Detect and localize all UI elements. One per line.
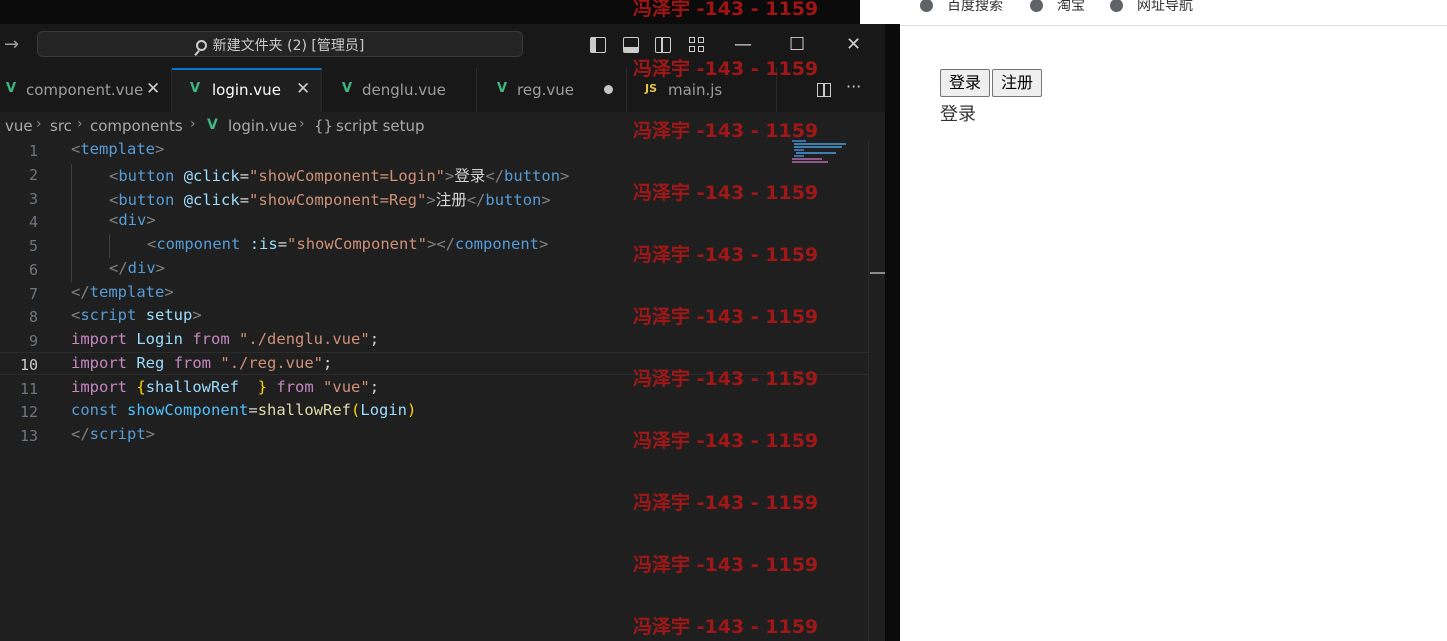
bookmarks-bar: 百度搜索 淘宝 网址导航 [900, 0, 1447, 26]
code-line-3[interactable]: <button @click="showComponent=Reg">注册</b… [109, 188, 551, 210]
split-editor-icon[interactable] [817, 83, 831, 97]
close-window-button[interactable]: ✕ [846, 34, 861, 55]
braces-icon: {} [314, 117, 334, 135]
breadcrumb-item[interactable]: src [50, 117, 72, 135]
code-line-9[interactable]: import Login from "./denglu.vue"; [71, 330, 379, 348]
toggle-primary-sidebar-icon[interactable] [590, 37, 606, 53]
watermark-text: 冯泽宇 -143 - 1159 [633, 0, 819, 20]
tab-label: login.vue [212, 81, 281, 99]
line-number: 2 [28, 166, 38, 184]
breadcrumb-separator: › [36, 116, 42, 132]
window-edge [885, 24, 900, 641]
vue-icon: V [497, 81, 508, 96]
tab-label: reg.vue [517, 81, 574, 99]
line-number: 1 [28, 142, 38, 160]
watermark-text: 冯泽宇 -143 - 1159 [633, 306, 819, 328]
line-number: 3 [28, 190, 38, 208]
close-tab-icon[interactable]: ✕ [146, 79, 160, 99]
code-line-12[interactable]: const showComponent=shallowRef(Login) [71, 401, 416, 419]
bookmark-url-nav[interactable]: 网址导航 [1110, 0, 1193, 15]
more-actions-icon[interactable]: ··· [846, 77, 861, 96]
browser-window: 百度搜索 淘宝 网址导航 登录 注册 登录 [900, 0, 1447, 641]
line-number: 8 [28, 308, 38, 326]
line-number: 7 [28, 285, 38, 303]
globe-icon [920, 0, 933, 12]
line-number: 13 [19, 427, 38, 445]
search-icon [195, 40, 207, 51]
breadcrumb-separator: › [190, 116, 196, 132]
rendered-component-text: 登录 [940, 104, 976, 125]
close-tab-icon[interactable]: ✕ [296, 79, 310, 99]
tab-reg-vue[interactable]: V reg.vue [477, 68, 627, 112]
toggle-panel-icon[interactable] [623, 37, 639, 53]
breadcrumb-item[interactable]: components [90, 117, 183, 135]
watermark-text: 冯泽宇 -143 - 1159 [633, 244, 819, 266]
vue-icon: V [207, 117, 218, 133]
watermark-text: 冯泽宇 -143 - 1159 [633, 492, 819, 514]
vue-icon: V [190, 81, 201, 96]
code-line-4[interactable]: <div> [109, 211, 156, 229]
line-number: 12 [19, 403, 38, 421]
window-title: 新建文件夹 (2) [管理员] [212, 38, 365, 54]
globe-icon [1110, 0, 1123, 12]
code-line-6[interactable]: </div> [109, 259, 165, 277]
tab-label: denglu.vue [362, 81, 446, 99]
breadcrumb-item[interactable]: login.vue [228, 117, 297, 135]
code-line-10[interactable]: import Reg from "./reg.vue"; [71, 354, 332, 372]
command-center[interactable]: 新建文件夹 (2) [管理员] [37, 31, 523, 57]
tab-label: component.vue [26, 81, 144, 99]
breadcrumb-item[interactable]: script setup [336, 117, 425, 135]
line-number: 11 [19, 380, 38, 398]
bookmark-taobao[interactable]: 淘宝 [1030, 0, 1085, 15]
unsaved-dot-icon[interactable] [604, 85, 613, 94]
code-line-5[interactable]: <component :is="showComponent"></compone… [147, 235, 548, 253]
code-line-11[interactable]: import {shallowRef } from "vue"; [71, 378, 379, 396]
minimap[interactable] [792, 140, 848, 166]
globe-icon [1030, 0, 1043, 12]
breadcrumb-separator: › [77, 116, 83, 132]
scroll-position-marker [870, 272, 885, 274]
watermark-text: 冯泽宇 -143 - 1159 [633, 616, 819, 638]
watermark-text: 冯泽宇 -143 - 1159 [633, 430, 819, 452]
indent-guide [71, 164, 72, 282]
forward-arrow-icon[interactable]: → [4, 34, 19, 55]
line-number: 6 [28, 261, 38, 279]
login-button[interactable]: 登录 [940, 69, 991, 97]
watermark-text: 冯泽宇 -143 - 1159 [633, 368, 819, 390]
bookmark-baidu[interactable]: 百度搜索 [920, 0, 1003, 15]
breadcrumb-item[interactable]: vue [5, 117, 33, 135]
tab-login-vue[interactable]: V login.vue ✕ [172, 68, 322, 112]
vue-icon: V [6, 81, 17, 96]
js-icon: JS [645, 82, 658, 95]
breadcrumb-separator: › [299, 116, 305, 132]
tab-label: main.js [668, 81, 723, 99]
indent-guide [109, 234, 110, 258]
toggle-secondary-sidebar-icon[interactable] [655, 37, 671, 53]
vertical-scrollbar[interactable] [868, 140, 885, 641]
minimize-button[interactable]: — [734, 34, 752, 55]
watermark-text: 冯泽宇 -143 - 1159 [633, 58, 819, 80]
tab-component-vue[interactable]: V component.vue ✕ [0, 68, 172, 112]
watermark-text: 冯泽宇 -143 - 1159 [633, 554, 819, 576]
maximize-button[interactable]: ☐ [789, 34, 805, 55]
code-line-2[interactable]: <button @click="showComponent=Login">登录<… [109, 164, 569, 186]
code-line-8[interactable]: <script setup> [71, 306, 202, 324]
line-number: 9 [28, 332, 38, 350]
code-line-13[interactable]: </script> [71, 425, 155, 443]
customize-layout-icon[interactable] [689, 37, 705, 53]
line-number: 4 [28, 213, 38, 231]
line-number: 5 [28, 237, 38, 255]
line-number: 10 [19, 356, 38, 374]
code-line-7[interactable]: </template> [71, 283, 174, 301]
vue-icon: V [342, 81, 353, 96]
tab-denglu-vue[interactable]: V denglu.vue [322, 68, 477, 112]
watermark-text: 冯泽宇 -143 - 1159 [633, 182, 819, 204]
code-line-1[interactable]: <template> [71, 140, 164, 158]
register-button[interactable]: 注册 [992, 69, 1043, 97]
watermark-text: 冯泽宇 -143 - 1159 [633, 120, 819, 142]
